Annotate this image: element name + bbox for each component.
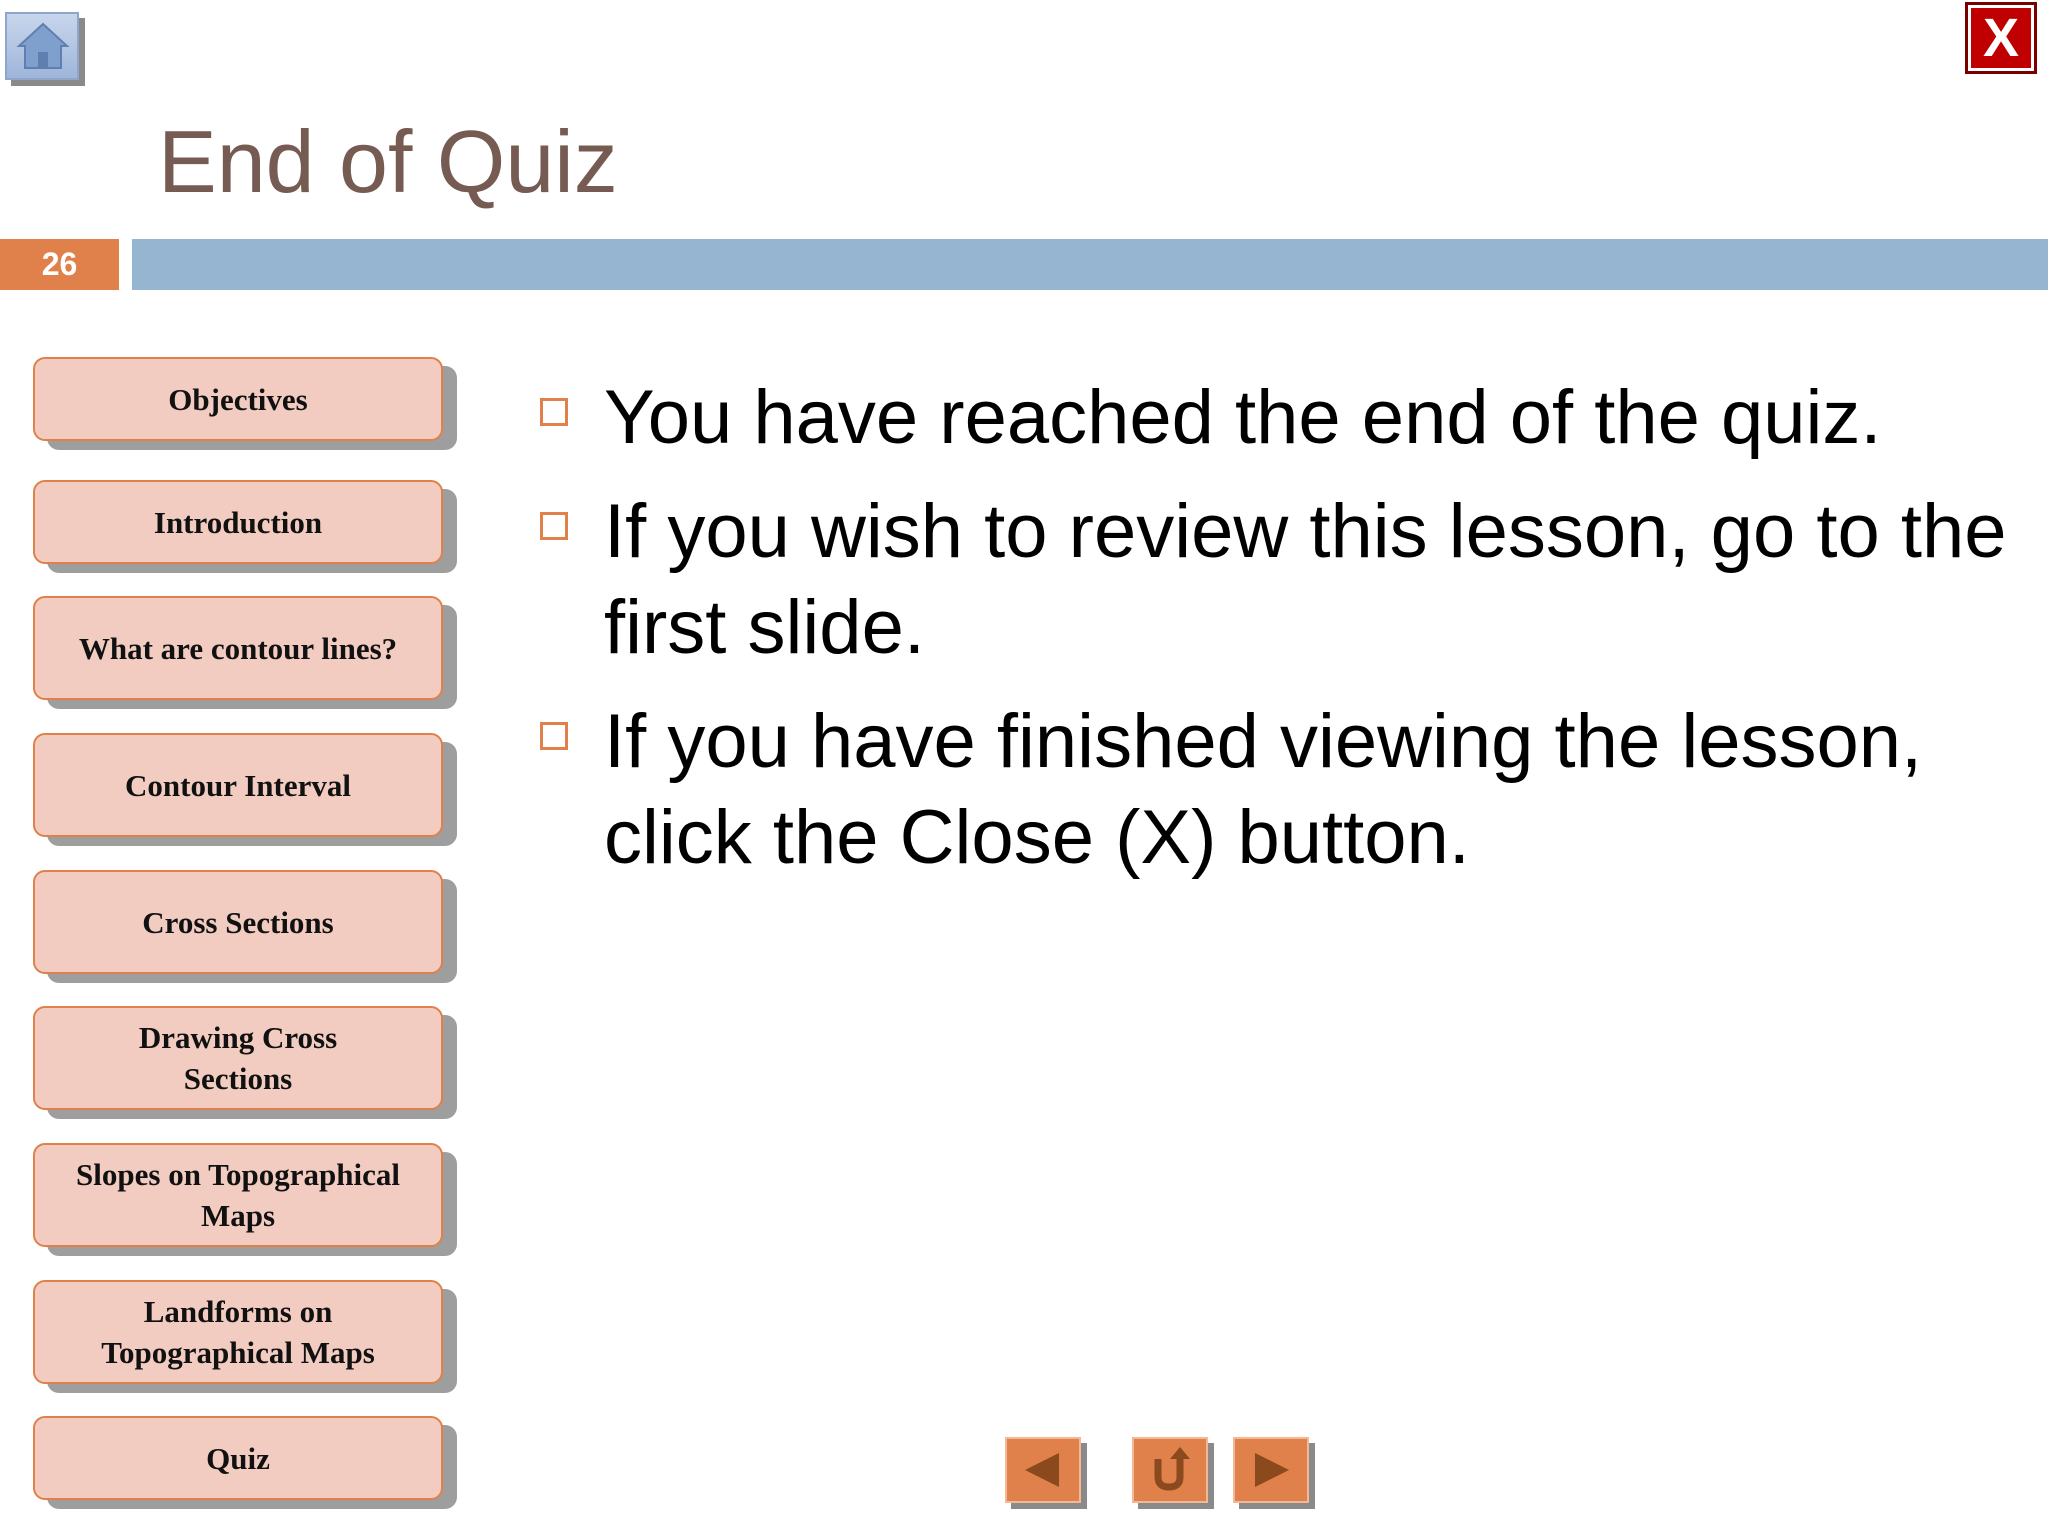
sidebar-item-contour-interval[interactable]: Contour Interval bbox=[33, 733, 443, 837]
bullet-item: If you wish to review this lesson, go to… bbox=[534, 484, 2014, 676]
triangle-right-icon bbox=[1255, 1453, 1289, 1487]
sidebar-item-what-are-contour-lines[interactable]: What are contour lines? bbox=[33, 596, 443, 700]
bullet-item: You have reached the end of the quiz. bbox=[534, 370, 2014, 466]
sidebar-item-label: Objectives bbox=[168, 381, 308, 417]
sidebar-item-label: Drawing Cross Sections bbox=[138, 1020, 338, 1096]
sidebar-item-label: Contour Interval bbox=[125, 767, 351, 803]
sidebar-item-label: Cross Sections bbox=[142, 904, 334, 940]
return-button[interactable] bbox=[1132, 1437, 1208, 1503]
sidebar-item-slopes[interactable]: Slopes on Topographical Maps bbox=[33, 1143, 443, 1247]
return-arrow-icon bbox=[1154, 1447, 1190, 1491]
bullet-item: If you have finished viewing the lesson,… bbox=[534, 694, 2014, 886]
square-bullet-icon bbox=[540, 722, 568, 750]
title-underline-bar bbox=[132, 239, 2048, 290]
sidebar-item-quiz[interactable]: Quiz bbox=[33, 1416, 443, 1500]
square-bullet-icon bbox=[540, 512, 568, 540]
next-slide-button[interactable] bbox=[1233, 1437, 1309, 1503]
bullet-text: If you have finished viewing the lesson,… bbox=[604, 699, 1923, 880]
close-button[interactable]: X bbox=[1965, 2, 2037, 74]
slide-number: 26 bbox=[0, 239, 119, 290]
triangle-left-icon bbox=[1025, 1453, 1059, 1487]
home-button[interactable] bbox=[5, 12, 79, 80]
bullet-text: You have reached the end of the quiz. bbox=[604, 375, 1882, 460]
slide: X End of Quiz 26 Objectives Introduction… bbox=[0, 0, 2048, 1536]
page-title: End of Quiz bbox=[158, 112, 618, 211]
sidebar-item-landforms[interactable]: Landforms on Topographical Maps bbox=[33, 1280, 443, 1384]
sidebar-item-introduction[interactable]: Introduction bbox=[33, 480, 443, 564]
sidebar-item-drawing-cross-sections[interactable]: Drawing Cross Sections bbox=[33, 1006, 443, 1110]
square-bullet-icon bbox=[540, 398, 568, 426]
sidebar-item-label: Slopes on Topographical Maps bbox=[76, 1157, 400, 1233]
content-bullets: You have reached the end of the quiz. If… bbox=[534, 370, 2014, 904]
previous-slide-button[interactable] bbox=[1005, 1437, 1081, 1503]
sidebar-item-label: Introduction bbox=[153, 504, 323, 540]
bullet-text: If you wish to review this lesson, go to… bbox=[604, 489, 2007, 670]
close-button-label: X bbox=[1982, 8, 2020, 68]
sidebar-item-label: Landforms on Topographical Maps bbox=[101, 1294, 375, 1370]
home-icon bbox=[16, 22, 70, 69]
sidebar-item-cross-sections[interactable]: Cross Sections bbox=[33, 870, 443, 974]
sidebar-item-label: Quiz bbox=[206, 1440, 270, 1476]
sidebar-item-label: What are contour lines? bbox=[78, 630, 398, 666]
sidebar-item-objectives[interactable]: Objectives bbox=[33, 357, 443, 441]
